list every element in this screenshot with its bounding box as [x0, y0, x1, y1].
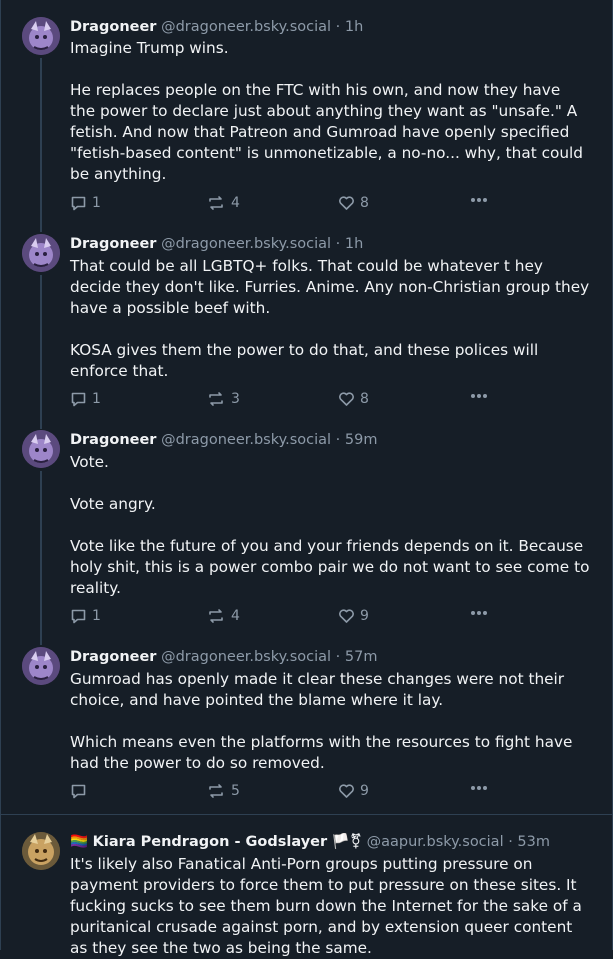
post-text: Vote. Vote angry. Vote like the future o… — [70, 452, 590, 599]
heart-icon — [338, 195, 355, 211]
post-actions: 1 3 8 — [70, 391, 500, 411]
author-handle[interactable]: @aapur.bsky.social · 53m — [367, 834, 550, 850]
post-actions: 1 4 8 — [70, 195, 500, 215]
reply-button[interactable]: 1 — [70, 195, 101, 211]
post-paragraph: He replaces people on the FTC with his o… — [70, 81, 584, 183]
like-count: 9 — [360, 783, 369, 799]
heart-icon — [338, 783, 355, 799]
post-paragraph: KOSA gives them the power to do that, an… — [70, 341, 539, 380]
author-name[interactable]: Dragoneer — [70, 236, 156, 252]
speech-bubble-icon — [70, 391, 87, 407]
repost-arrows-icon — [206, 195, 226, 211]
like-count: 8 — [360, 391, 369, 407]
repost-arrows-icon — [206, 391, 226, 407]
author-handle[interactable]: @dragoneer.bsky.social · 1h — [161, 19, 363, 35]
ellipsis-icon — [470, 785, 488, 791]
author-handle[interactable]: @dragoneer.bsky.social · 59m — [161, 432, 377, 448]
reply-button[interactable]: 1 — [70, 391, 101, 407]
avatar[interactable] — [22, 647, 60, 685]
post-paragraph: Gumroad has openly made it clear these c… — [70, 670, 565, 709]
like-button[interactable]: 8 — [338, 391, 369, 407]
heart-icon — [338, 391, 355, 407]
avatar[interactable] — [22, 234, 60, 272]
repost-count: 5 — [231, 783, 240, 799]
post-header: 🏳️‍🌈 Kiara Pendragon - Godslayer 🏳️⚧ @aa… — [70, 832, 550, 852]
ellipsis-icon — [470, 610, 488, 616]
post-paragraph: Imagine Trump wins. — [70, 39, 229, 57]
like-count: 8 — [360, 195, 369, 211]
repost-arrows-icon — [206, 608, 226, 624]
speech-bubble-icon — [70, 783, 87, 799]
post-header: Dragoneer @dragoneer.bsky.social · 59m — [70, 430, 377, 450]
author-handle[interactable]: @dragoneer.bsky.social · 57m — [161, 649, 377, 665]
post-actions: 5 9 — [70, 783, 500, 803]
post-paragraph: That could be all LGBTQ+ folks. That cou… — [70, 257, 590, 317]
reply-button[interactable]: 1 — [70, 608, 101, 624]
like-button[interactable]: 9 — [338, 783, 369, 799]
post-paragraph: It's likely also Fanatical Anti-Porn gro… — [70, 855, 582, 957]
heart-icon — [338, 608, 355, 624]
post-text: It's likely also Fanatical Anti-Porn gro… — [70, 854, 590, 959]
thread-line — [40, 471, 42, 645]
feed-left-border — [0, 0, 1, 950]
post-text: Imagine Trump wins. He replaces people o… — [70, 38, 590, 185]
post-header: Dragoneer @dragoneer.bsky.social · 1h — [70, 17, 363, 37]
post-paragraph: Vote. — [70, 453, 109, 471]
post-paragraph: Vote angry. — [70, 495, 156, 513]
avatar[interactable] — [22, 17, 60, 55]
repost-button[interactable]: 5 — [206, 783, 240, 799]
repost-button[interactable]: 4 — [206, 608, 240, 624]
ellipsis-icon — [470, 393, 488, 399]
more-options-button[interactable] — [470, 197, 488, 203]
post-actions: 1 4 9 — [70, 608, 500, 628]
more-options-button[interactable] — [470, 393, 488, 399]
ellipsis-icon — [470, 197, 488, 203]
more-options-button[interactable] — [470, 610, 488, 616]
thread-line — [40, 58, 42, 232]
avatar[interactable] — [22, 832, 60, 870]
author-handle[interactable]: @dragoneer.bsky.social · 1h — [161, 236, 363, 252]
thread-line — [40, 275, 42, 429]
reply-count: 1 — [92, 391, 101, 407]
trans-flag-icon: 🏳️⚧ — [331, 834, 362, 850]
repost-count: 4 — [231, 195, 240, 211]
repost-arrows-icon — [206, 783, 226, 799]
like-button[interactable]: 8 — [338, 195, 369, 211]
post-paragraph: Vote like the future of you and your fri… — [70, 537, 590, 597]
reply-button[interactable] — [70, 783, 92, 799]
more-options-button[interactable] — [470, 785, 488, 791]
repost-count: 4 — [231, 608, 240, 624]
author-name[interactable]: Kiara Pendragon - Godslayer — [93, 834, 327, 850]
reply-count: 1 — [92, 608, 101, 624]
speech-bubble-icon — [70, 608, 87, 624]
repost-button[interactable]: 4 — [206, 195, 240, 211]
repost-button[interactable]: 3 — [206, 391, 240, 407]
post-paragraph: Which means even the platforms with the … — [70, 733, 573, 772]
author-name[interactable]: Dragoneer — [70, 649, 156, 665]
author-name[interactable]: Dragoneer — [70, 19, 156, 35]
post-divider — [0, 814, 613, 815]
post-header: Dragoneer @dragoneer.bsky.social · 1h — [70, 234, 363, 254]
pride-flag-icon: 🏳️‍🌈 — [70, 834, 89, 850]
like-count: 9 — [360, 608, 369, 624]
post-text: That could be all LGBTQ+ folks. That cou… — [70, 256, 590, 382]
repost-count: 3 — [231, 391, 240, 407]
like-button[interactable]: 9 — [338, 608, 369, 624]
author-name[interactable]: Dragoneer — [70, 432, 156, 448]
avatar[interactable] — [22, 430, 60, 468]
post-text: Gumroad has openly made it clear these c… — [70, 669, 590, 774]
reply-count: 1 — [92, 195, 101, 211]
speech-bubble-icon — [70, 195, 87, 211]
post-header: Dragoneer @dragoneer.bsky.social · 57m — [70, 647, 377, 667]
